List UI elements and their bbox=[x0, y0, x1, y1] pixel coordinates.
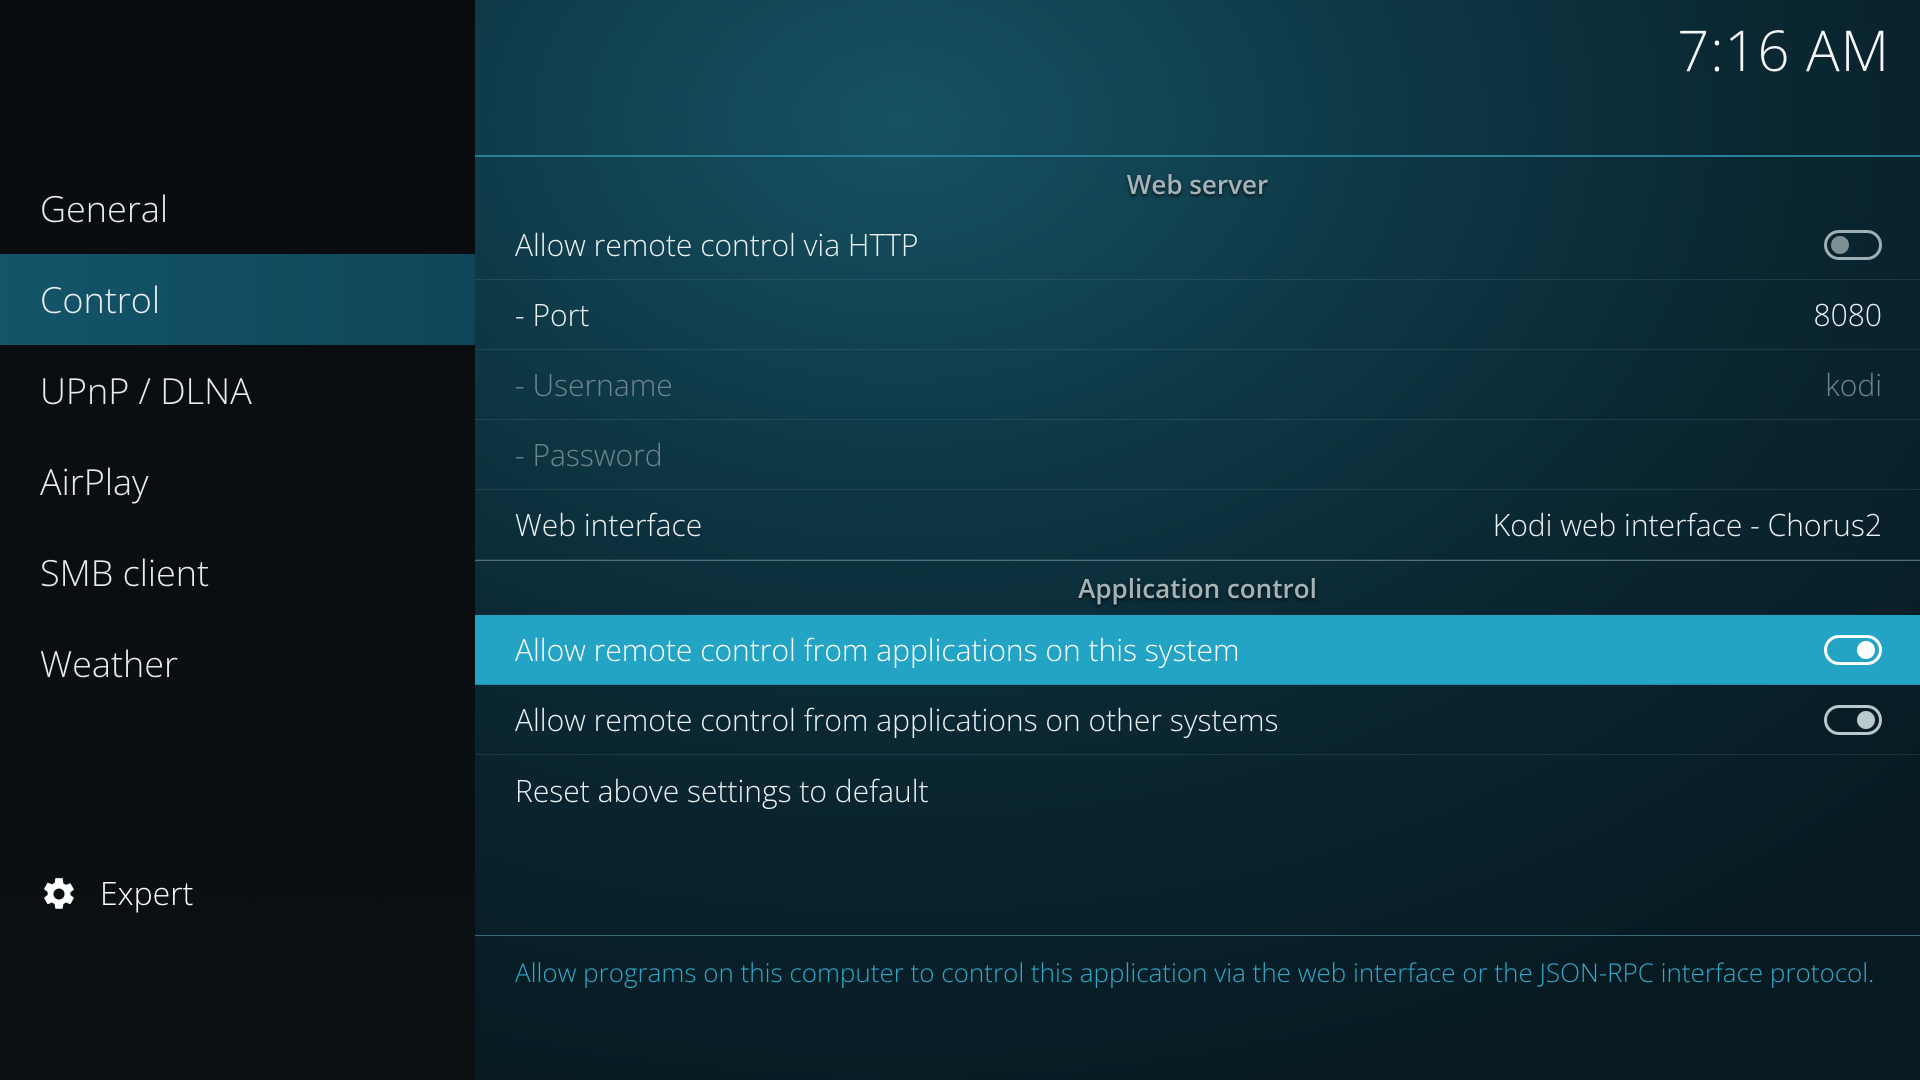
toggle-knob bbox=[1831, 236, 1849, 254]
setting-row-user: - Usernamekodi bbox=[475, 350, 1920, 420]
sidebar-item-airplay[interactable]: AirPlay bbox=[0, 436, 475, 527]
setting-label: - Username bbox=[515, 364, 1825, 405]
setting-value: kodi bbox=[1825, 364, 1882, 405]
sidebar-item-control[interactable]: Control bbox=[0, 254, 475, 345]
setting-row-pass: - Password bbox=[475, 420, 1920, 490]
sidebar-item-label: SMB client bbox=[40, 548, 209, 597]
toggle-knob bbox=[1857, 641, 1875, 659]
setting-label: Allow remote control from applications o… bbox=[515, 629, 1824, 670]
sidebar-item-label: Control bbox=[40, 275, 160, 324]
setting-label: Web interface bbox=[515, 504, 1493, 545]
setting-label: - Port bbox=[515, 294, 1814, 335]
setting-value: Kodi web interface - Chorus2 bbox=[1493, 504, 1882, 545]
sidebar-item-smb[interactable]: SMB client bbox=[0, 527, 475, 618]
sidebar-item-label: UPnP / DLNA bbox=[40, 366, 252, 415]
toggle-http[interactable] bbox=[1824, 230, 1882, 260]
toggle-knob bbox=[1857, 711, 1875, 729]
setting-row-local[interactable]: Allow remote control from applications o… bbox=[475, 615, 1920, 685]
setting-row-http[interactable]: Allow remote control via HTTP bbox=[475, 210, 1920, 280]
setting-row-reset[interactable]: Reset above settings to default bbox=[475, 755, 1920, 825]
clock: 7:16 AM bbox=[1677, 12, 1890, 88]
setting-value: 8080 bbox=[1814, 294, 1883, 335]
settings-level-button[interactable]: Expert bbox=[40, 872, 193, 915]
section-header-webserver: Web server bbox=[475, 155, 1920, 210]
setting-label: - Password bbox=[515, 434, 1882, 475]
sidebar-item-weather[interactable]: Weather bbox=[0, 618, 475, 709]
sidebar-item-label: General bbox=[40, 184, 168, 233]
setting-row-other[interactable]: Allow remote control from applications o… bbox=[475, 685, 1920, 755]
sidebar-item-upnp[interactable]: UPnP / DLNA bbox=[0, 345, 475, 436]
toggle-other[interactable] bbox=[1824, 705, 1882, 735]
sidebar-item-label: Weather bbox=[40, 639, 178, 688]
section-header-appcontrol: Application control bbox=[475, 560, 1920, 615]
help-text: Allow programs on this computer to contr… bbox=[475, 935, 1920, 990]
setting-label: Allow remote control from applications o… bbox=[515, 699, 1824, 740]
setting-label: Reset above settings to default bbox=[515, 770, 1882, 811]
toggle-local[interactable] bbox=[1824, 635, 1882, 665]
sidebar-item-general[interactable]: General bbox=[0, 163, 475, 254]
settings-level-label: Expert bbox=[100, 872, 193, 915]
gear-icon bbox=[40, 875, 78, 913]
sidebar-item-label: AirPlay bbox=[40, 457, 149, 506]
settings-panel: Web server Allow remote control via HTTP -… bbox=[475, 155, 1920, 825]
sidebar: General Control UPnP / DLNA AirPlay SMB clie… bbox=[0, 0, 475, 1080]
sidebar-items: General Control UPnP / DLNA AirPlay SMB clie… bbox=[0, 163, 475, 709]
setting-row-port[interactable]: - Port8080 bbox=[475, 280, 1920, 350]
setting-row-webui[interactable]: Web interfaceKodi web interface - Chorus… bbox=[475, 490, 1920, 560]
setting-label: Allow remote control via HTTP bbox=[515, 224, 1824, 265]
